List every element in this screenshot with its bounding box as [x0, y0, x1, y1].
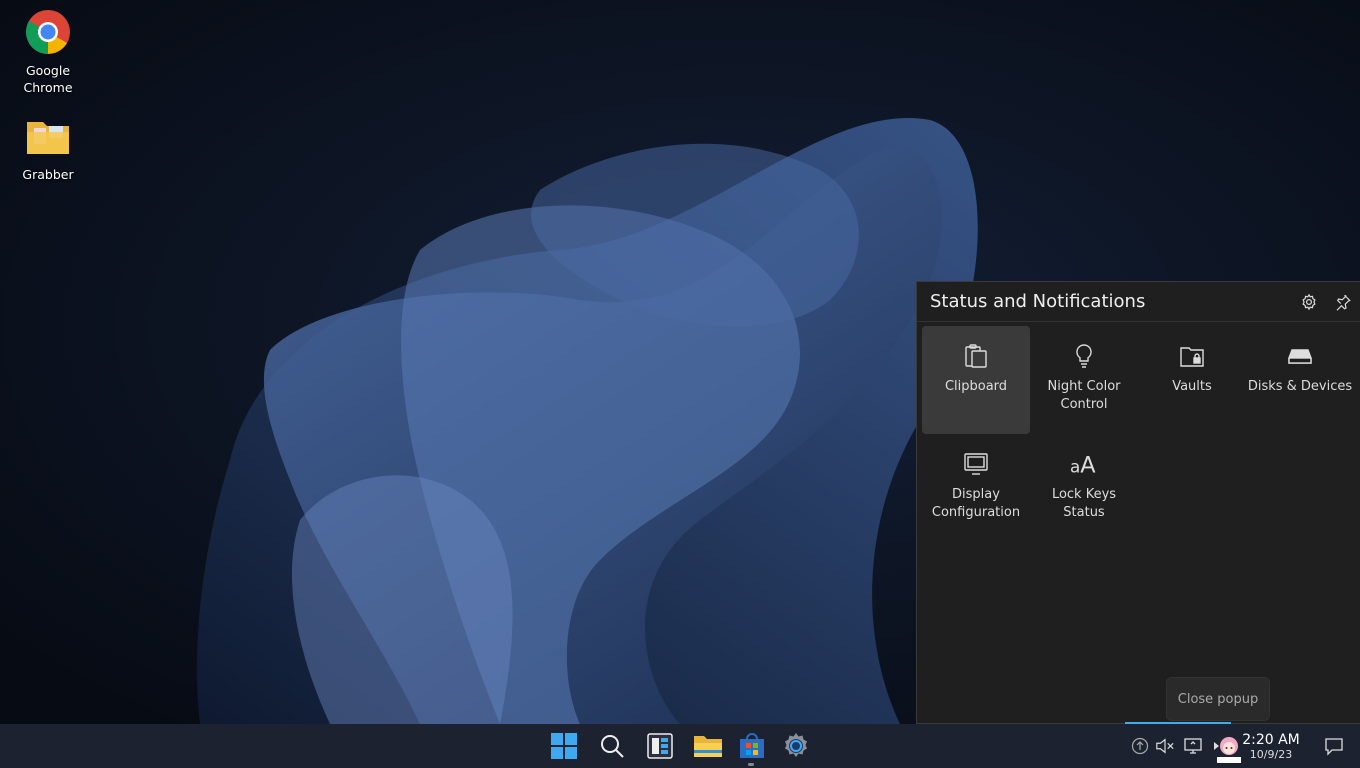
status-notifications-popup: Status and Notifications Clipboard Night…	[916, 281, 1360, 724]
applet-label: Lock Keys	[1051, 487, 1117, 502]
tray-app-button[interactable]	[1215, 734, 1243, 764]
anime-avatar-icon	[1217, 737, 1241, 763]
gear-icon	[1302, 293, 1316, 310]
store-button[interactable]	[736, 730, 768, 762]
vault-icon	[1178, 342, 1206, 370]
monitor-icon	[1184, 738, 1202, 754]
tray-volume-button[interactable]	[1155, 736, 1175, 756]
folder-icon	[694, 736, 722, 757]
configure-button[interactable]	[1292, 285, 1326, 319]
search-icon	[601, 735, 624, 758]
desktop-icon-label: Google	[25, 63, 71, 78]
running-indicator	[748, 763, 754, 766]
notifications-button[interactable]	[1324, 736, 1344, 756]
start-button[interactable]	[548, 730, 580, 762]
desktop-icon-grabber[interactable]: Grabber	[8, 112, 88, 183]
widgets-icon	[647, 733, 673, 759]
close-popup-tooltip: Close popup	[1166, 677, 1270, 721]
volume-muted-icon	[1156, 738, 1174, 754]
file-explorer-button[interactable]	[692, 730, 724, 762]
svg-text:A: A	[1080, 452, 1096, 477]
chrome-icon	[24, 8, 72, 56]
popup-header: Status and Notifications	[917, 282, 1360, 322]
svg-text:a: a	[1070, 456, 1080, 476]
applet-display-configuration[interactable]: Display Configuration	[922, 434, 1030, 542]
desktop-icon-label: Chrome	[23, 80, 73, 95]
lock-keys-icon: a A	[1070, 450, 1098, 478]
pin-button[interactable]	[1326, 285, 1360, 319]
applet-label: Night Color	[1047, 379, 1121, 394]
applet-label: Clipboard	[944, 379, 1008, 394]
desktop-icon-label: Grabber	[22, 167, 74, 182]
applet-vaults[interactable]: Vaults	[1138, 326, 1246, 434]
applet-label: Vaults	[1172, 379, 1212, 394]
applet-label: Display	[952, 487, 1000, 502]
clock[interactable]: 2:20 AM 10/9/23	[1240, 732, 1302, 761]
applet-night-color[interactable]: Night Color Control	[1030, 326, 1138, 434]
pin-icon	[1336, 294, 1351, 311]
windows-icon	[551, 733, 577, 759]
desktop-icon-chrome[interactable]: Google Chrome	[8, 8, 88, 96]
tray-update-button[interactable]	[1130, 736, 1150, 756]
taskbar: 2:20 AM 10/9/23	[0, 724, 1360, 768]
clock-date: 10/9/23	[1249, 748, 1293, 761]
folder-icon	[24, 112, 72, 160]
drive-icon	[1286, 342, 1314, 370]
applet-label: Control	[1060, 397, 1108, 412]
gear-icon	[785, 733, 807, 757]
search-button[interactable]	[596, 730, 628, 762]
applet-lock-keys-status[interactable]: a A Lock Keys Status	[1030, 434, 1138, 542]
applet-label: Disks & Devices	[1247, 379, 1353, 394]
applet-label: Configuration	[931, 505, 1021, 520]
applet-clipboard[interactable]: Clipboard	[922, 326, 1030, 434]
lightbulb-icon	[1070, 342, 1098, 370]
tray-display-button[interactable]	[1183, 736, 1203, 756]
display-icon	[962, 450, 990, 478]
chat-bubble-icon	[1325, 738, 1343, 756]
store-icon	[740, 733, 764, 758]
applet-label: Status	[1063, 505, 1105, 520]
popup-title: Status and Notifications	[930, 291, 1146, 312]
arrow-up-circle-icon	[1131, 737, 1149, 755]
clock-time: 2:20 AM	[1242, 732, 1300, 748]
settings-app-button[interactable]	[780, 730, 812, 762]
clipboard-icon	[962, 342, 990, 370]
task-view-button[interactable]	[644, 730, 676, 762]
applet-disks-devices[interactable]: Disks & Devices	[1246, 326, 1354, 434]
